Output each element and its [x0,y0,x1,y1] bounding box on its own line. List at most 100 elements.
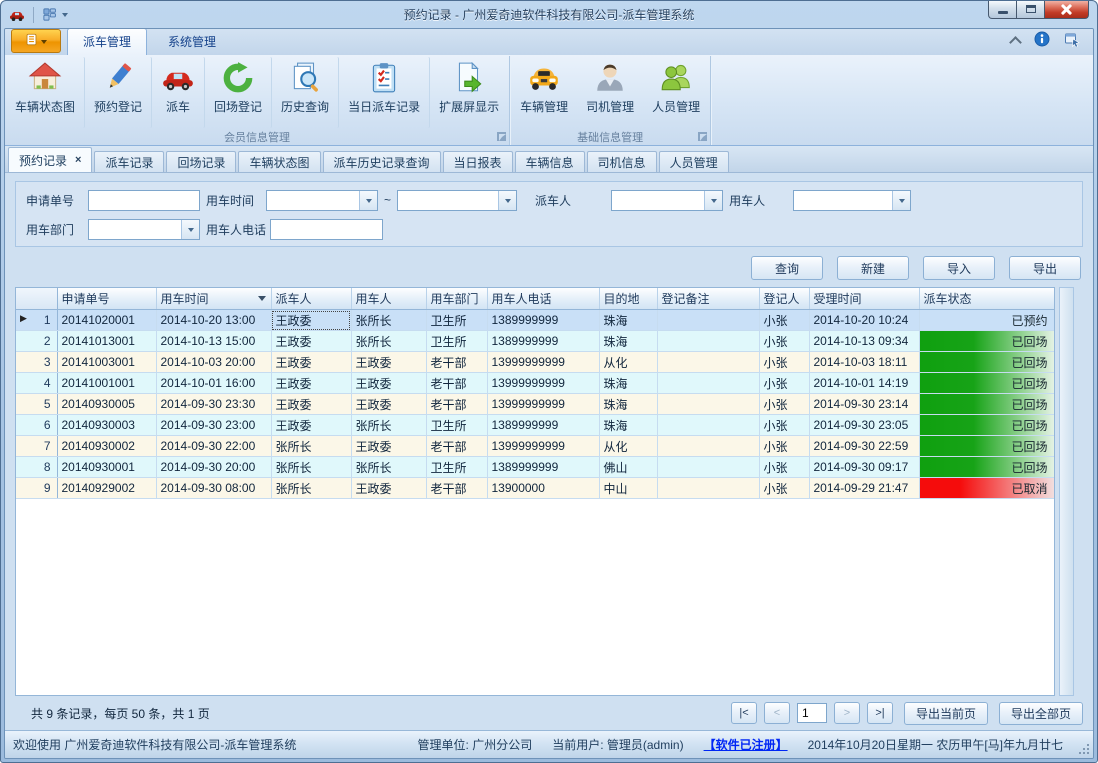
department-select[interactable] [88,219,200,240]
grid-cell[interactable]: 20140930002 [57,436,156,457]
column-header[interactable]: 派车人 [271,288,351,310]
grid-cell[interactable]: 卫生所 [426,457,487,478]
grid-cell[interactable]: 13900000 [487,478,599,499]
grid-cell[interactable]: 2014-10-13 09:34 [809,331,919,352]
row-header[interactable]: 3 [16,352,57,373]
grid-cell[interactable]: 20141020001 [57,310,156,331]
grid-cell[interactable]: 2014-09-30 08:00 [156,478,271,499]
grid-cell[interactable]: 王政委 [351,436,426,457]
grid-cell[interactable]: 老干部 [426,394,487,415]
row-header[interactable]: 2 [16,331,57,352]
grid-cell[interactable]: 2014-10-03 20:00 [156,352,271,373]
export-all-pages-button[interactable]: 导出全部页 [999,702,1083,725]
grid-cell[interactable]: 2014-10-01 16:00 [156,373,271,394]
column-header[interactable]: 登记备注 [657,288,759,310]
row-header[interactable]: ▶1 [16,310,57,331]
row-header[interactable]: 7 [16,436,57,457]
grid-cell-status[interactable]: 已回场 [919,373,1054,394]
chevron-down-icon[interactable] [498,191,516,210]
doc-tab[interactable]: 车辆状态图 [238,151,320,172]
first-page-button[interactable]: |< [731,702,757,724]
ribbon-tab-system-management[interactable]: 系统管理 [153,29,231,55]
info-icon[interactable] [1034,31,1050,50]
ribbon-button[interactable]: 扩展屏显示 [430,57,508,128]
collapse-ribbon-icon[interactable] [1009,36,1022,49]
ribbon-button[interactable]: 车辆管理 [511,57,577,128]
grid-cell[interactable]: 王政委 [351,394,426,415]
export-button[interactable]: 导出 [1009,256,1081,280]
grid-cell[interactable] [657,352,759,373]
close-button[interactable] [1044,0,1089,19]
ribbon-button[interactable]: 当日派车记录 [339,57,430,128]
doc-tab[interactable]: 预约记录× [8,147,92,172]
grid-cell[interactable]: 2014-10-01 14:19 [809,373,919,394]
doc-tab[interactable]: 派车历史记录查询 [323,151,441,172]
grid-cell[interactable]: 张所长 [351,457,426,478]
grid-cell[interactable]: 1389999999 [487,310,599,331]
grid-cell[interactable]: 2014-09-30 22:59 [809,436,919,457]
grid-cell[interactable]: 2014-10-20 13:00 [156,310,271,331]
vertical-scrollbar[interactable] [1059,287,1074,696]
row-header[interactable]: 9 [16,478,57,499]
column-header[interactable]: 申请单号 [57,288,156,310]
page-number-input[interactable] [797,703,827,723]
grid-cell[interactable]: 20141001001 [57,373,156,394]
grid-cell[interactable]: 小张 [759,478,809,499]
ribbon-button[interactable]: 回场登记 [205,57,272,128]
grid-cell-status[interactable]: 已回场 [919,331,1054,352]
use-time-to-select[interactable] [397,190,517,211]
chevron-down-icon[interactable] [359,191,377,210]
ribbon-button[interactable]: 人员管理 [643,57,709,128]
grid-cell[interactable]: 13999999999 [487,373,599,394]
ribbon-button[interactable]: 预约登记 [85,57,152,128]
row-header[interactable]: 6 [16,415,57,436]
grid-cell[interactable]: 2014-10-20 10:24 [809,310,919,331]
grid-cell[interactable]: 2014-09-30 09:17 [809,457,919,478]
next-page-button[interactable]: > [834,702,860,724]
dispatcher-select[interactable] [611,190,723,211]
grid-cell[interactable]: 张所长 [351,415,426,436]
grid-cell[interactable]: 老干部 [426,478,487,499]
grid-cell-status[interactable]: 已回场 [919,436,1054,457]
last-page-button[interactable]: >| [867,702,893,724]
grid-cell[interactable]: 王政委 [351,478,426,499]
grid-cell[interactable]: 王政委 [271,373,351,394]
grid-cell[interactable]: 中山 [599,478,657,499]
dialog-launcher-icon[interactable] [698,132,707,141]
grid-cell[interactable]: 老干部 [426,352,487,373]
user-phone-input[interactable] [270,219,383,240]
grid-cell-status[interactable]: 已回场 [919,415,1054,436]
close-tab-icon[interactable]: × [75,154,81,166]
doc-tab[interactable]: 司机信息 [587,151,657,172]
grid-cell-status[interactable]: 已回场 [919,394,1054,415]
grid-cell[interactable]: 小张 [759,310,809,331]
grid-cell[interactable]: 王政委 [271,352,351,373]
doc-tab[interactable]: 车辆信息 [515,151,585,172]
grid-cell[interactable]: 20140930005 [57,394,156,415]
application-menu-button[interactable] [11,29,61,53]
doc-tab[interactable]: 回场记录 [166,151,236,172]
grid-cell[interactable]: 20141013001 [57,331,156,352]
grid-cell[interactable]: 佛山 [599,457,657,478]
grid-cell[interactable]: 珠海 [599,310,657,331]
grid-cell[interactable]: 卫生所 [426,415,487,436]
ribbon-tab-dispatch-management[interactable]: 派车管理 [67,28,147,55]
grid-cell[interactable] [657,394,759,415]
grid-cell[interactable]: 小张 [759,415,809,436]
grid-cell[interactable]: 从化 [599,352,657,373]
new-button[interactable]: 新建 [837,256,909,280]
grid-cell[interactable]: 小张 [759,352,809,373]
grid-cell[interactable]: 20140930001 [57,457,156,478]
grid-cell[interactable]: 王政委 [271,394,351,415]
grid-cell[interactable]: 2014-09-30 23:14 [809,394,919,415]
grid-cell-status[interactable]: 已预约 [919,310,1054,331]
grid-cell[interactable] [657,415,759,436]
grid-cell[interactable]: 张所长 [271,436,351,457]
grid-cell[interactable]: 2014-10-03 18:11 [809,352,919,373]
minimize-button[interactable] [988,0,1017,19]
doc-tab[interactable]: 当日报表 [443,151,513,172]
export-current-page-button[interactable]: 导出当前页 [904,702,988,725]
chevron-down-icon[interactable] [181,220,199,239]
grid-cell[interactable]: 张所长 [271,457,351,478]
column-header[interactable]: 用车人电话 [487,288,599,310]
